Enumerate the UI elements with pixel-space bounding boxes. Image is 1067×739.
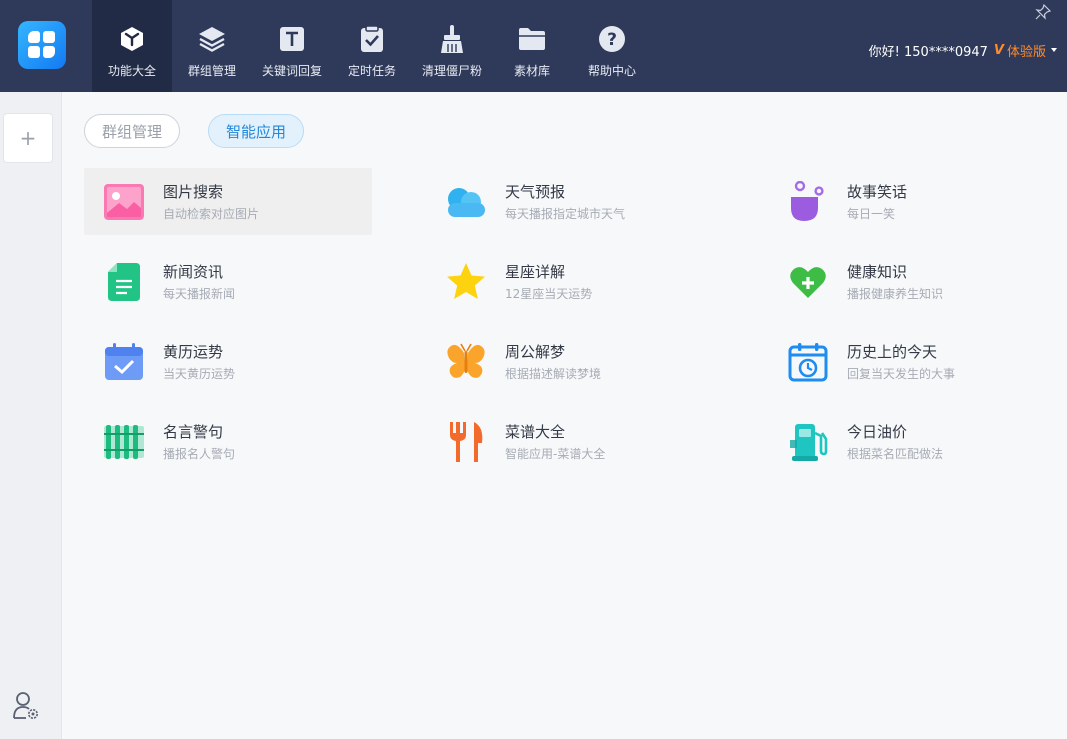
- app-title: 名言警句: [163, 422, 224, 441]
- app-title: 菜谱大全: [505, 422, 566, 441]
- app-card-today-in-history[interactable]: 历史上的今天 回复当天发生的大事: [768, 328, 1056, 395]
- app-title: 黄历运势: [163, 342, 224, 361]
- app-desc: 回复当天发生的大事: [847, 366, 956, 381]
- bubbles-icon: [786, 180, 830, 224]
- app-desc: 12星座当天运势: [505, 286, 593, 301]
- butterfly-icon: [444, 340, 488, 384]
- calendar-history-icon: [786, 340, 830, 384]
- trial-mark: V: [993, 42, 1004, 58]
- fork-knife-icon: [444, 420, 488, 464]
- app-title: 健康知识: [847, 262, 908, 281]
- app-desc: 自动检索对应图片: [163, 206, 260, 221]
- app-card-weather[interactable]: 天气预报 每天播报指定城市天气: [426, 168, 714, 235]
- app-logo: [18, 21, 66, 69]
- app-desc: 播报名人警句: [163, 446, 236, 461]
- left-sidebar: +: [0, 92, 62, 739]
- app-card-dream-interpretation[interactable]: 周公解梦 根据描述解读梦境: [426, 328, 714, 395]
- app-card-oil-price[interactable]: 今日油价 根据菜名匹配做法: [768, 408, 1056, 475]
- nav-item-help-center[interactable]: ? 帮助中心: [572, 0, 652, 92]
- dropdown-caret-icon[interactable]: [1051, 48, 1057, 52]
- app-desc: 当天黄历运势: [163, 366, 236, 381]
- app-card-recipes[interactable]: 菜谱大全 智能应用-菜谱大全: [426, 408, 714, 475]
- app-card-horoscope[interactable]: 星座详解 12星座当天运势: [426, 248, 714, 315]
- nav-item-group-management[interactable]: 群组管理: [172, 0, 252, 92]
- app-desc: 每天播报指定城市天气: [505, 206, 626, 221]
- nav-item-scheduled-tasks[interactable]: 定时任务: [332, 0, 412, 92]
- app-desc: 每天播报新闻: [163, 286, 236, 301]
- nav-label: 清理僵尸粉: [421, 64, 482, 78]
- nav-item-features[interactable]: 功能大全: [92, 0, 172, 92]
- user-greeting: 你好! 150****0947: [868, 44, 988, 60]
- nav-label: 素材库: [513, 64, 550, 78]
- app-card-news[interactable]: 新闻资讯 每天播报新闻: [84, 248, 372, 315]
- main-nav: 功能大全 群组管理 关键词回复 定时任务 清理僵尸粉 素材库 ? 帮助中心: [92, 0, 652, 92]
- heart-plus-icon: [786, 260, 830, 304]
- help-circle-icon: ?: [597, 24, 627, 54]
- cloud-icon: [444, 180, 488, 224]
- app-card-famous-quotes[interactable]: 名言警句 播报名人警句: [84, 408, 372, 475]
- app-title: 周公解梦: [505, 342, 566, 361]
- app-title: 今日油价: [847, 422, 908, 441]
- news-icon: [102, 260, 146, 304]
- tab-bar: 群组管理 智能应用: [84, 114, 332, 148]
- keyword-t-icon: [277, 24, 307, 54]
- nav-item-clean-zombie-fans[interactable]: 清理僵尸粉: [412, 0, 492, 92]
- trial-badge: V 体验版: [994, 41, 1046, 60]
- broom-icon: [437, 24, 467, 54]
- svg-text:?: ?: [607, 30, 617, 50]
- app-desc: 根据菜名匹配做法: [847, 446, 944, 461]
- app-desc: 智能应用-菜谱大全: [505, 446, 606, 461]
- app-title: 图片搜索: [163, 182, 224, 201]
- bamboo-scroll-icon: [102, 420, 146, 464]
- nav-label: 功能大全: [107, 64, 156, 78]
- nav-item-materials[interactable]: 素材库: [492, 0, 572, 92]
- user-settings-icon[interactable]: [12, 691, 40, 721]
- app-card-almanac[interactable]: 黄历运势 当天黄历运势: [84, 328, 372, 395]
- add-button[interactable]: +: [3, 113, 53, 163]
- cube-icon: [117, 24, 147, 54]
- app-card-image-search[interactable]: 图片搜索 自动检索对应图片: [84, 168, 372, 235]
- nav-label: 帮助中心: [587, 64, 636, 78]
- folder-icon: [517, 24, 547, 54]
- app-desc: 根据描述解读梦境: [505, 366, 602, 381]
- main-content: 群组管理 智能应用 图片搜索 自动检索对应图片 天气预报 每天播报指定城市天气 …: [62, 92, 1067, 739]
- pin-icon[interactable]: [1035, 3, 1052, 20]
- app-card-health[interactable]: 健康知识 播报健康养生知识: [768, 248, 1056, 315]
- top-bar: 功能大全 群组管理 关键词回复 定时任务 清理僵尸粉 素材库 ? 帮助中心 你好…: [0, 0, 1067, 92]
- nav-item-keyword-reply[interactable]: 关键词回复: [252, 0, 332, 92]
- star-icon: [444, 260, 488, 304]
- trial-label: 体验版: [1006, 44, 1046, 60]
- app-desc: 播报健康养生知识: [847, 286, 944, 301]
- app-title: 天气预报: [505, 182, 566, 201]
- nav-label: 定时任务: [347, 64, 396, 78]
- nav-label: 群组管理: [187, 64, 236, 78]
- nav-label: 关键词回复: [261, 64, 322, 78]
- image-icon: [102, 180, 146, 224]
- tab-smart-apps[interactable]: 智能应用: [208, 114, 305, 148]
- app-title: 星座详解: [505, 262, 566, 281]
- app-title: 故事笑话: [847, 182, 908, 201]
- tab-group-management[interactable]: 群组管理: [84, 114, 181, 148]
- app-card-stories-jokes[interactable]: 故事笑话 每日一笑: [768, 168, 1056, 235]
- app-title: 历史上的今天: [847, 342, 938, 361]
- user-menu[interactable]: 你好! 150****0947 V 体验版: [869, 40, 1057, 60]
- clipboard-check-icon: [357, 24, 387, 54]
- layers-icon: [197, 24, 227, 54]
- gas-pump-icon: [786, 420, 830, 464]
- app-desc: 每日一笑: [847, 206, 896, 221]
- app-title: 新闻资讯: [163, 262, 224, 281]
- calendar-check-icon: [102, 340, 146, 384]
